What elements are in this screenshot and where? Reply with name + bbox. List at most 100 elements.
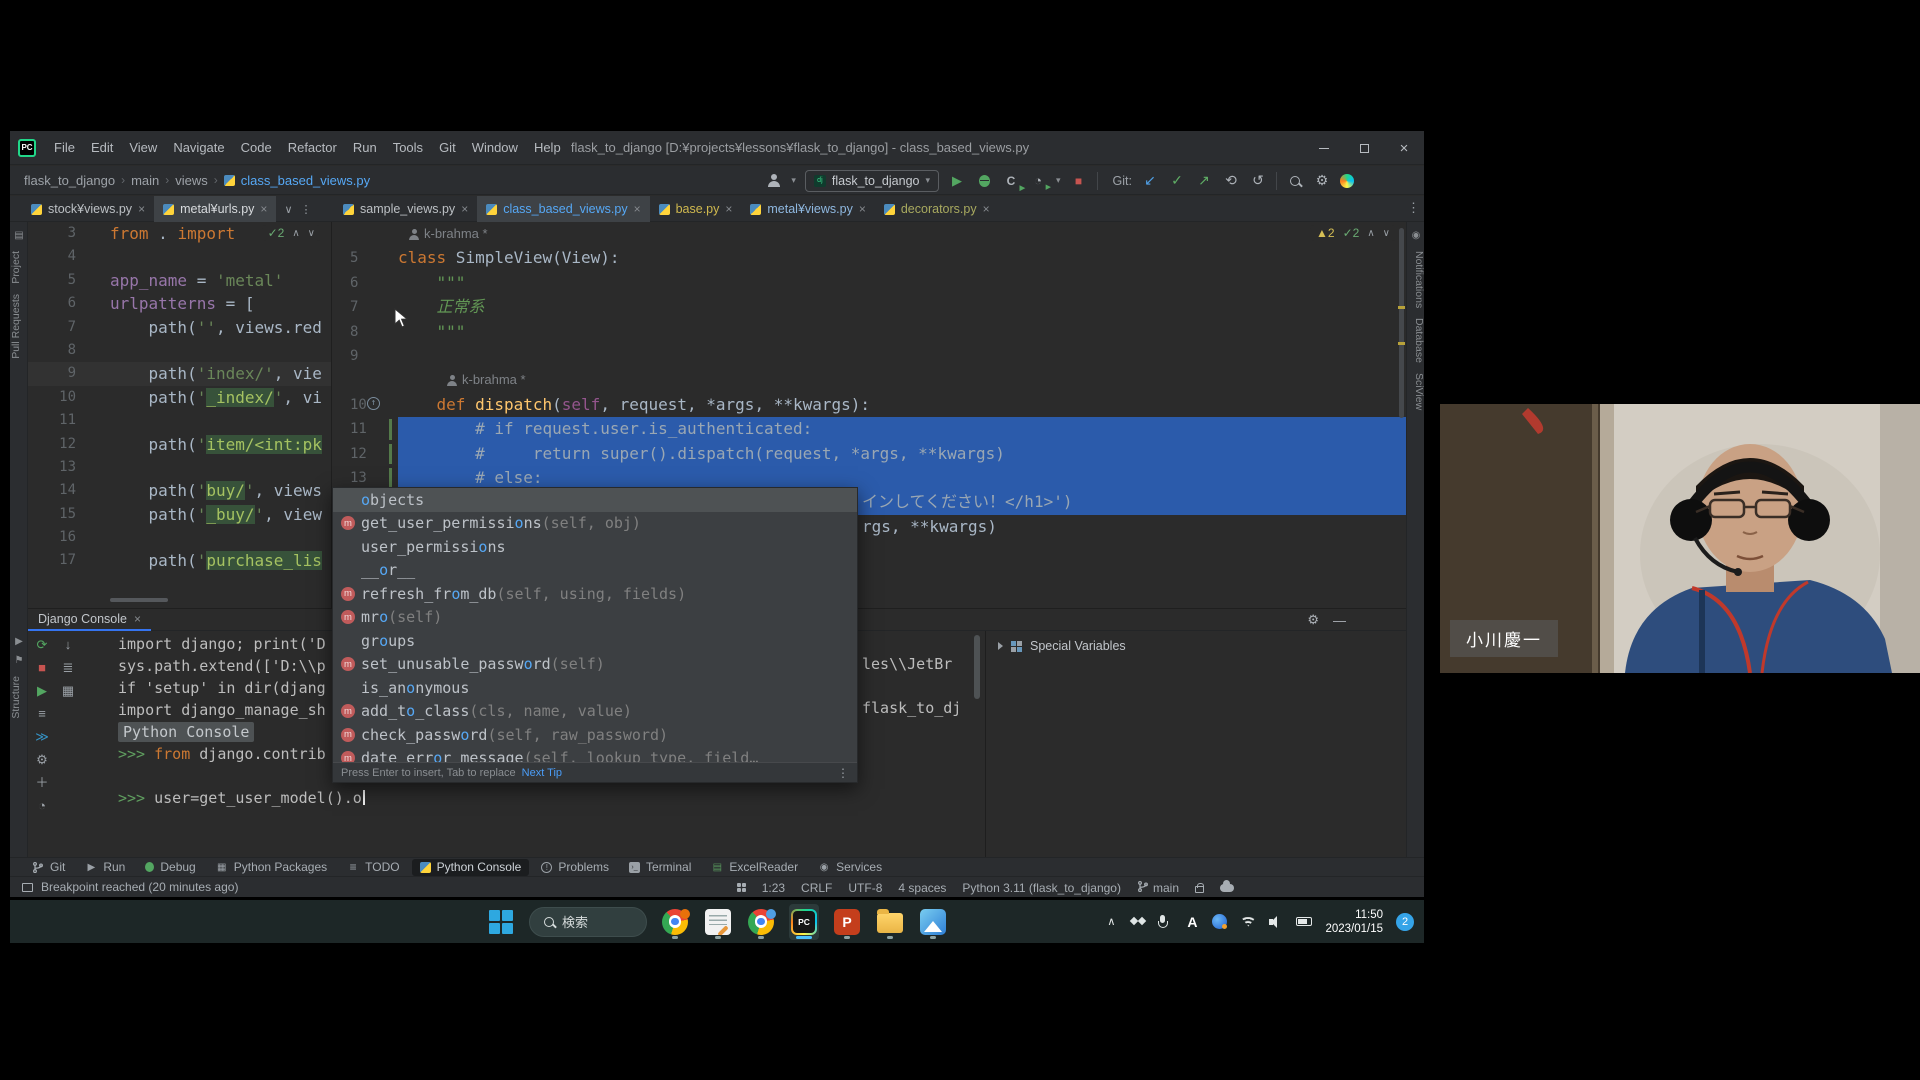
tab-sample-views-py[interactable]: sample_views.py×	[334, 196, 477, 222]
tool-window-button-services[interactable]: Services	[810, 859, 890, 876]
stripe-pull-requests[interactable]: Pull Requests	[10, 294, 28, 359]
stop-button[interactable]: ■	[1070, 172, 1088, 190]
code-line[interactable]: 15 path('_buy/', view	[28, 503, 331, 526]
stop-icon[interactable]: ■	[38, 660, 46, 676]
run-stripe-icon[interactable]: ▶	[10, 636, 28, 647]
stripe-structure[interactable]: Structure	[10, 676, 28, 719]
code-line[interactable]: 6urlpatterns = [	[28, 292, 331, 315]
git-rollback-icon[interactable]: ↺	[1249, 172, 1267, 190]
code-line[interactable]: 5app_name = 'metal'	[28, 269, 331, 292]
code-line[interactable]: 17 path('purchase_lis	[28, 549, 331, 572]
run-button[interactable]: ▶	[948, 172, 966, 190]
scroll-end-icon[interactable]: ≫	[35, 729, 49, 745]
tab-options-kebab-icon[interactable]: ⋮	[1407, 200, 1420, 216]
ai-assistant-icon[interactable]	[1340, 174, 1354, 188]
completion-item-refresh-from-db[interactable]: mrefresh_from_db(self, using, fields)	[333, 582, 857, 606]
console-scrollbar[interactable]	[974, 635, 980, 699]
code-line[interactable]: 4	[28, 245, 331, 268]
copilot-icon[interactable]: ◉	[1407, 230, 1425, 241]
menu-edit[interactable]: Edit	[83, 137, 121, 158]
menu-refactor[interactable]: Refactor	[280, 137, 345, 158]
taskbar-app-start[interactable]	[486, 904, 516, 940]
completion-item-user-permissions[interactable]: user_permissions	[333, 535, 857, 559]
lock-icon[interactable]	[1195, 886, 1204, 893]
status-message[interactable]: Breakpoint reached (20 minutes ago)	[41, 880, 238, 894]
kebab-menu-icon[interactable]: ⋮	[301, 203, 312, 216]
event-log-icon[interactable]	[22, 883, 33, 892]
completion-item-set-unusable-password[interactable]: mset_unusable_password(self)	[333, 653, 857, 677]
next-problem-icon[interactable]: ∨	[308, 228, 315, 239]
tab-close-icon[interactable]: ×	[634, 202, 641, 216]
taskbar-app-notepad[interactable]	[703, 904, 733, 940]
horizontal-scrollbar[interactable]	[110, 598, 168, 602]
search-everywhere-icon[interactable]	[1286, 172, 1304, 190]
completion-item--or-[interactable]: __or__	[333, 559, 857, 583]
code-line[interactable]: 8 """	[332, 320, 1406, 344]
chevron-up-icon[interactable]: ∧	[1104, 915, 1118, 928]
code-line[interactable]: 10↑ def dispatch(self, request, *args, *…	[332, 393, 1406, 417]
code-line[interactable]: 12 path('item/<int:pk	[28, 433, 331, 456]
expand-arrow-icon[interactable]	[998, 642, 1003, 650]
tool-window-button-python-packages[interactable]: Python Packages	[208, 859, 335, 876]
notification-badge[interactable]: 2	[1396, 913, 1414, 931]
taskbar-app-powerpoint[interactable]: P	[832, 904, 862, 940]
coverage-button[interactable]: C	[1002, 172, 1020, 190]
git-history-icon[interactable]: ⟲	[1222, 172, 1240, 190]
grid-icon[interactable]: ▦	[62, 683, 74, 699]
git-update-icon[interactable]: ↙	[1141, 172, 1159, 190]
tab-close-icon[interactable]: ×	[134, 612, 141, 626]
screen-reader-icon[interactable]	[737, 883, 746, 892]
override-gutter-icon[interactable]: ↑	[367, 397, 380, 410]
menu-help[interactable]: Help	[526, 137, 569, 158]
bookmarks-icon[interactable]: ⚑	[10, 655, 28, 666]
breadcrumb-item[interactable]: flask_to_django	[24, 173, 115, 188]
tab-metal-urls-py[interactable]: metal¥urls.py×	[154, 196, 276, 222]
tab-django-console[interactable]: Django Console ×	[28, 609, 151, 631]
stripe-sciview[interactable]: SciView	[1407, 373, 1425, 410]
download-icon[interactable]: ↓	[65, 637, 72, 653]
next-tip-link[interactable]: Next Tip	[522, 767, 562, 779]
code-line[interactable]: 7 正常系	[332, 295, 1406, 319]
breadcrumb-item[interactable]: views	[175, 173, 208, 188]
code-line[interactable]: 11	[28, 409, 331, 432]
project-icon[interactable]: ▤	[10, 230, 28, 241]
completion-item-add-to-class[interactable]: madd_to_class(cls, name, value)	[333, 700, 857, 724]
stripe-notifications[interactable]: Notifications	[1407, 251, 1425, 308]
tab-base-py[interactable]: base.py×	[650, 196, 742, 222]
taskbar-search[interactable]: 検索	[529, 907, 647, 937]
tab-close-icon[interactable]: ×	[461, 202, 468, 216]
tool-window-button-todo[interactable]: TODO	[339, 859, 407, 876]
completion-item-is-anonymous[interactable]: is_anonymous	[333, 676, 857, 700]
stripe-project[interactable]: Project	[10, 251, 28, 284]
menu-view[interactable]: View	[121, 137, 165, 158]
history-icon[interactable]: ◔	[38, 798, 46, 814]
menu-navigate[interactable]: Navigate	[165, 137, 232, 158]
menu-code[interactable]: Code	[233, 137, 280, 158]
microphone-icon[interactable]	[1158, 915, 1172, 929]
kebab-menu-icon[interactable]: ⋮	[837, 766, 849, 780]
tab-decorators-py[interactable]: decorators.py×	[875, 196, 999, 222]
profiler-button[interactable]: ◔	[1029, 172, 1047, 190]
taskbar-app-chrome-red[interactable]	[660, 904, 690, 940]
code-line[interactable]: 16	[28, 526, 331, 549]
completion-item-check-password[interactable]: mcheck_password(self, raw_password)	[333, 723, 857, 747]
cortana-icon[interactable]	[1212, 914, 1227, 929]
tab-stock-views-py[interactable]: stock¥views.py×	[22, 196, 154, 222]
code-line[interactable]: 12 # return super().dispatch(request, *a…	[332, 442, 1406, 466]
tab-close-icon[interactable]: ×	[725, 202, 732, 216]
code-line[interactable]: 8	[28, 339, 331, 362]
maximize-button[interactable]	[1344, 131, 1384, 165]
code-line[interactable]: 9 path('index/', vie	[28, 362, 331, 385]
code-line[interactable]: 9	[332, 344, 1406, 368]
completion-item-groups[interactable]: groups	[333, 629, 857, 653]
next-problem-icon[interactable]: ∨	[1383, 228, 1390, 239]
breadcrumb-item[interactable]: class_based_views.py	[241, 173, 370, 188]
run-configuration-selector[interactable]: dj flask_to_django ▾	[805, 170, 939, 192]
menu-file[interactable]: File	[46, 137, 83, 158]
add-icon[interactable]: ＋	[35, 775, 48, 791]
caret-position[interactable]: 1:23	[762, 881, 785, 895]
file-encoding[interactable]: UTF-8	[848, 881, 882, 895]
menu-run[interactable]: Run	[345, 137, 385, 158]
menu-tools[interactable]: Tools	[385, 137, 431, 158]
volume-icon[interactable]	[1269, 916, 1283, 928]
